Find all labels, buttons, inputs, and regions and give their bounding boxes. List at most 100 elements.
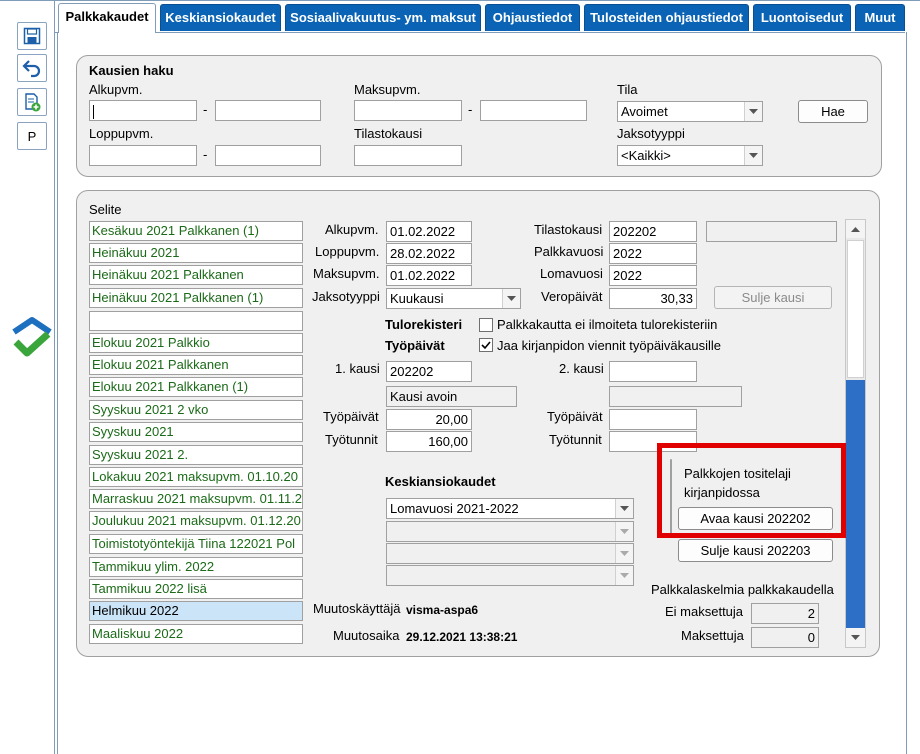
toolbar-top-border [0, 0, 920, 1]
jaksotyyppi-select[interactable]: <Kaikki> [617, 145, 763, 166]
red-highlight-frame [657, 443, 846, 538]
undo-button[interactable] [17, 54, 47, 82]
list-item[interactable]: Joulukuu 2021 maksupvm. 01.12.20 [89, 511, 303, 531]
d-alkupvm-label: Alkupvm. [325, 222, 379, 237]
muutoskayttaja-label: Muutoskäyttäjä [313, 601, 401, 616]
list-item[interactable]: Heinäkuu 2021 [89, 243, 303, 263]
alkupvm-label: Alkupvm. [89, 82, 143, 97]
list-item[interactable]: Tammikuu ylim. 2022 [89, 557, 303, 577]
d-maksupvm-input[interactable]: 01.02.2022 [386, 265, 472, 286]
tilastokausi-input[interactable] [354, 145, 462, 166]
d-tilastokausi-desc [706, 221, 837, 242]
tila-select[interactable]: Avoimet [617, 101, 763, 122]
alkupvm-to-input[interactable] [215, 100, 321, 121]
d-jaksotyyppi-select[interactable]: Kuukausi [386, 288, 521, 309]
tulorekisteri-checkbox[interactable] [479, 318, 493, 332]
list-item[interactable]: Maaliskuu 2022 [89, 624, 303, 644]
ei-maksettuja-label: Ei maksettuja [665, 604, 744, 619]
chevron-down-icon [502, 289, 520, 308]
new-document-icon [25, 93, 41, 112]
p-button[interactable]: P [17, 122, 47, 150]
list-item[interactable]: Elokuu 2021 Palkkio [89, 333, 303, 353]
d-alkupvm-input[interactable]: 01.02.2022 [386, 221, 472, 242]
list-item[interactable]: Elokuu 2021 Palkkanen [89, 355, 303, 375]
list-item[interactable]: Marraskuu 2021 maksupvm. 01.11.2 [89, 489, 303, 509]
sulje-kausi-202203-button[interactable]: Sulje kausi 202203 [678, 539, 833, 562]
tyopaivat2-input[interactable] [609, 409, 697, 430]
loppupvm-from-input[interactable] [89, 145, 197, 166]
list-item[interactable]: Heinäkuu 2021 Palkkanen (1) [89, 288, 303, 308]
list-item[interactable]: Lokakuu 2021 maksupvm. 01.10.20 [89, 467, 303, 487]
save-icon [23, 27, 41, 45]
app-logo-icon [10, 314, 54, 362]
list-item[interactable]: Kesäkuu 2021 Palkkanen (1) [89, 221, 303, 241]
scroll-thumb[interactable] [847, 240, 864, 378]
list-item[interactable]: Toimistotyöntekijä Tiina 122021 Pol [89, 534, 303, 554]
loppupvm-to-input[interactable] [215, 145, 321, 166]
tab-luontoisedut[interactable]: Luontoisedut [753, 4, 851, 31]
tyopaivat1-input[interactable]: 20,00 [386, 409, 472, 430]
maksupvm-to-input[interactable] [480, 100, 587, 121]
d-jaksotyyppi-label: Jaksotyyppi [312, 289, 380, 304]
chevron-down-icon [615, 499, 633, 518]
checkmark-icon [481, 341, 491, 350]
tab-ohjaustiedot[interactable]: Ohjaustiedot [485, 4, 580, 31]
ei-maksettuja-value: 2 [751, 603, 819, 624]
kausi2-status [609, 386, 742, 407]
tulorekisteri-checkbox-label: Palkkakautta ei ilmoiteta tulorekisterii… [497, 317, 718, 332]
keskiansio-select-4[interactable] [386, 565, 634, 586]
jaa-checkbox[interactable] [479, 338, 493, 352]
alkupvm-from-input[interactable] [89, 100, 197, 121]
list-item[interactable] [89, 311, 303, 331]
d-loppupvm-input[interactable]: 28.02.2022 [386, 243, 472, 264]
tab-palkkakaudet[interactable]: Palkkakaudet [58, 3, 156, 33]
tab-tulosteiden-ohjaustiedot[interactable]: Tulosteiden ohjaustiedot [584, 4, 749, 31]
save-button[interactable] [17, 22, 47, 50]
tilastokausi-label: Tilastokausi [354, 126, 423, 141]
selite-label: Selite [89, 202, 122, 217]
sulje-kausi-button[interactable]: Sulje kausi [714, 286, 832, 309]
hae-button[interactable]: Hae [798, 100, 868, 123]
tab-sosiaalivakuutus[interactable]: Sosiaalivakuutus- ym. maksut [285, 4, 481, 31]
undo-icon [22, 60, 41, 78]
d-tilastokausi-input[interactable]: 202202 [609, 221, 697, 242]
new-document-button[interactable] [17, 88, 47, 116]
d-lomavuosi-label: Lomavuosi [540, 266, 603, 281]
jaksotyyppi-label: Jaksotyyppi [617, 126, 685, 141]
palkkalaskelmia-label: Palkkalaskelmia palkkakaudella [651, 582, 834, 597]
muutosaika-label: Muutosaika [333, 628, 400, 643]
list-item[interactable]: Tammikuu 2022 lisä [89, 579, 303, 599]
jaa-checkbox-label: Jaa kirjanpidon viennit työpäiväkausille [497, 338, 722, 353]
keskiansio-select-3[interactable] [386, 543, 634, 564]
tyopaivat-header: Työpäivät [385, 338, 445, 353]
muutoskayttaja-value: visma-aspa6 [406, 603, 479, 617]
list-item[interactable]: Syyskuu 2021 [89, 422, 303, 442]
d-veropaivat-label: Veropäivät [541, 289, 603, 304]
kausi1-status: Kausi avoin [386, 386, 517, 407]
list-item[interactable]: Heinäkuu 2021 Palkkanen [89, 265, 303, 285]
arrow-up-icon [851, 227, 860, 232]
maksettuja-label: Maksettuja [681, 628, 744, 643]
tab-muut[interactable]: Muut [855, 4, 905, 31]
scroll-down-button[interactable] [846, 628, 865, 647]
list-item[interactable]: Syyskuu 2021 2 vko [89, 400, 303, 420]
list-item[interactable]: Helmikuu 2022 [89, 601, 303, 621]
list-item[interactable]: Elokuu 2021 Palkkanen (1) [89, 377, 303, 397]
tyotunnit1-input[interactable]: 160,00 [386, 431, 472, 452]
scroll-track [846, 380, 865, 628]
kausi1-input[interactable]: 202202 [386, 361, 472, 382]
maksupvm-from-input[interactable] [354, 100, 462, 121]
muutosaika-value: 29.12.2021 13:38:21 [406, 630, 518, 644]
list-item[interactable]: Syyskuu 2021 2. [89, 445, 303, 465]
d-tilastokausi-label: Tilastokausi [534, 222, 603, 237]
arrow-down-icon [851, 634, 860, 640]
d-lomavuosi-input[interactable]: 2022 [609, 265, 697, 286]
keskiansio-select-2[interactable] [386, 521, 634, 542]
kausi2-input[interactable] [609, 361, 697, 382]
d-palkkavuosi-input[interactable]: 2022 [609, 243, 697, 264]
tab-keskiansiokaudet[interactable]: Keskiansiokaudet [160, 4, 281, 31]
d-veropaivat-input[interactable]: 30,33 [609, 288, 697, 309]
keskiansio-select[interactable]: Lomavuosi 2021-2022 [386, 498, 634, 519]
chevron-down-icon [744, 102, 762, 121]
scroll-up-button[interactable] [846, 220, 865, 238]
